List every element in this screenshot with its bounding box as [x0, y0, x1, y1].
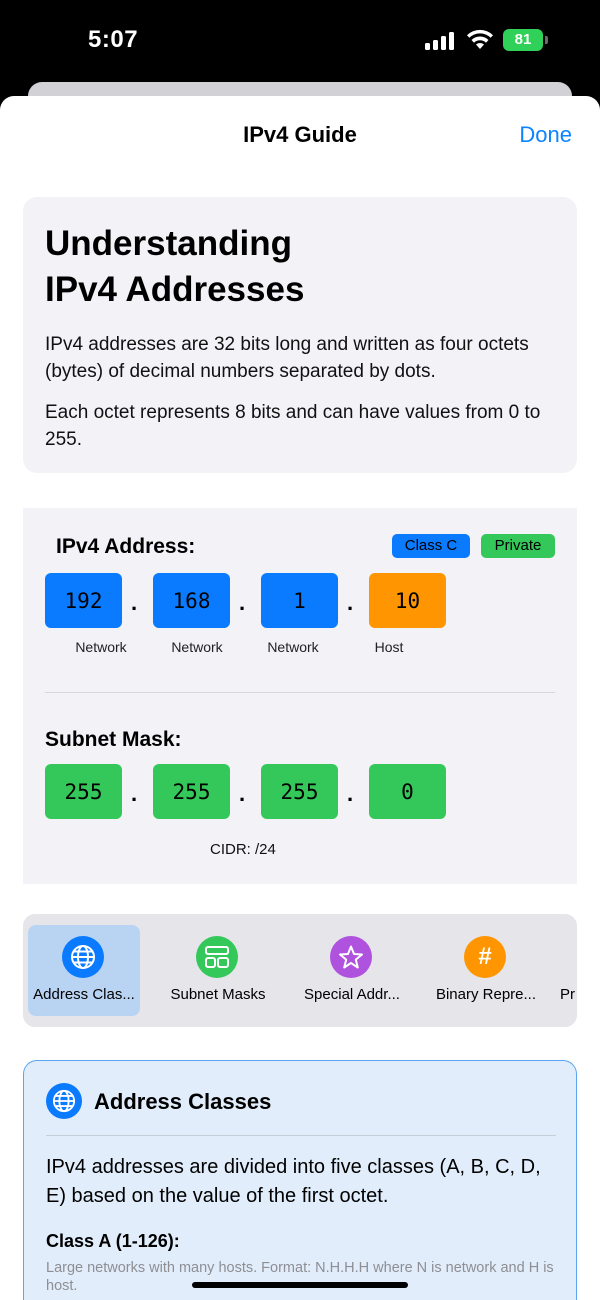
nav-title: IPv4 Guide — [243, 122, 357, 147]
tab-address-classes[interactable]: Address Clas... — [28, 925, 140, 1016]
done-button[interactable]: Done — [519, 122, 572, 148]
globe-icon — [62, 936, 104, 978]
tab-label: Pr — [560, 986, 575, 1003]
octet-role-label: Host — [374, 639, 404, 655]
mask-octet-1[interactable]: 255 — [45, 764, 122, 819]
tab-label: Subnet Masks — [170, 986, 266, 1003]
ipv4-address-label: IPv4 Address: — [56, 535, 196, 558]
network-icon — [196, 936, 238, 978]
home-indicator[interactable] — [192, 1282, 408, 1288]
octet-separator: . — [239, 781, 246, 806]
tab-partial[interactable]: Pr — [560, 925, 577, 1016]
battery-icon: 81 — [503, 29, 543, 51]
guide-sheet: IPv4 Guide Done Understanding IPv4 Addre… — [0, 96, 600, 1300]
globe-icon — [46, 1083, 82, 1119]
section-divider — [45, 692, 555, 693]
class-a-description: Large networks with many hosts. Format: … — [46, 1260, 554, 1294]
address-card: IPv4 Address: Class C Private 192 . 168 … — [23, 508, 577, 884]
status-bar: 5:07 81 — [0, 0, 600, 82]
private-badge: Private — [481, 534, 555, 558]
cidr-label: CIDR: /24 — [210, 841, 276, 858]
hash-icon: # — [464, 936, 506, 978]
address-classes-card: Address Classes IPv4 addresses are divid… — [23, 1060, 577, 1300]
intro-paragraph-2: Each octet represents 8 bits and can hav… — [45, 402, 541, 450]
octet-separator: . — [347, 781, 354, 806]
cellular-signal-icon — [425, 32, 455, 50]
detail-divider — [46, 1135, 556, 1136]
intro-title: Understanding IPv4 Addresses — [45, 221, 555, 313]
tab-label: Address Clas... — [33, 986, 135, 1003]
address-octet-3[interactable]: 1 — [261, 573, 338, 628]
subnet-mask-label: Subnet Mask: — [45, 728, 182, 751]
mask-octet-3[interactable]: 255 — [261, 764, 338, 819]
tab-special-addresses[interactable]: Special Addr... — [296, 925, 408, 1016]
tab-subnet-masks[interactable]: Subnet Masks — [162, 925, 274, 1016]
intro-paragraph-1: IPv4 addresses are 32 bits long and writ… — [45, 334, 529, 382]
octet-separator: . — [131, 590, 138, 615]
address-octet-1[interactable]: 192 — [45, 573, 122, 628]
octet-separator: . — [347, 590, 354, 615]
octet-separator: . — [239, 590, 246, 615]
star-icon — [330, 936, 372, 978]
intro-card: Understanding IPv4 Addresses IPv4 addres… — [23, 197, 577, 473]
octet-role-label: Network — [171, 639, 223, 655]
detail-title: Address Classes — [94, 1089, 272, 1114]
octet-role-label: Network — [75, 639, 127, 655]
tab-binary-representation[interactable]: # Binary Repre... — [430, 925, 542, 1016]
address-octet-2[interactable]: 168 — [153, 573, 230, 628]
octet-separator: . — [131, 781, 138, 806]
octet-role-label: Network — [267, 639, 319, 655]
mask-octet-4[interactable]: 0 — [369, 764, 446, 819]
status-time: 5:07 — [88, 26, 139, 53]
tab-label: Binary Repre... — [435, 986, 537, 1003]
detail-body: IPv4 addresses are divided into five cla… — [46, 1156, 541, 1207]
mask-octet-2[interactable]: 255 — [153, 764, 230, 819]
address-octet-4[interactable]: 10 — [369, 573, 446, 628]
battery-tip — [545, 36, 548, 44]
class-badge: Class C — [392, 534, 470, 558]
wifi-icon — [467, 29, 493, 49]
tab-label: Special Addr... — [304, 986, 400, 1003]
intro-title-line1: Understanding — [45, 224, 292, 263]
intro-title-line2: IPv4 Addresses — [45, 270, 305, 309]
topic-tab-bar: Address Clas... Subnet Masks Special Add… — [23, 914, 577, 1027]
class-a-title: Class A (1-126): — [46, 1231, 180, 1251]
